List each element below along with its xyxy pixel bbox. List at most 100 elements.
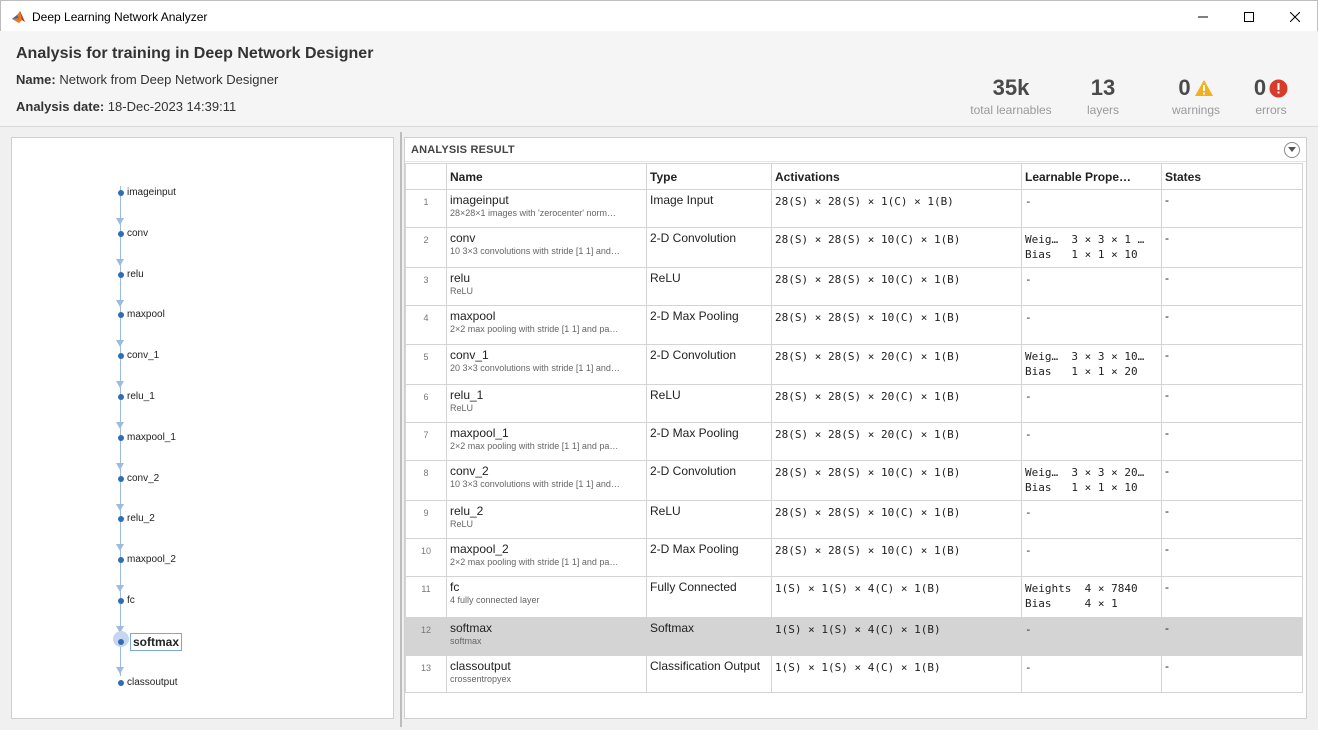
layer-activations: 28(S) × 28(S) × 10(C) × 1(B) [771,227,1022,268]
layer-name-cell: maxpool 2×2 max pooling with stride [1 1]… [446,305,647,345]
layer-name: relu_2 [450,504,484,518]
errors-label: errors [1255,103,1287,117]
table-row[interactable]: 3 relu ReLU ReLU 28(S) × 28(S) × 10(C) × 1(B… [405,267,1303,306]
network-graph-panel[interactable]: imageinput conv relu maxpool conv_1 relu_1 max… [11,137,394,719]
graph-node-label: conv_1 [127,350,160,361]
table-row[interactable]: 5 conv_1 20 3×3 convolutions with stride [… [405,344,1303,385]
learnables-value: 35k [992,75,1030,100]
layer-name: maxpool_1 [450,426,509,440]
row-index: 10 [405,538,447,577]
warnings-label: warnings [1171,103,1221,117]
layer-description: 10 3×3 convolutions with stride [1 1] an… [450,479,620,489]
layer-learnables-cell: - [1021,384,1162,423]
layer-learnables-cell: Weig… 3 × 3 × 10… Bias 1 × 1 × 20 [1021,344,1162,385]
table-body: 1 imageinput 28×28×1 images with 'zerocent… [405,189,1303,693]
table-row[interactable]: 4 maxpool 2×2 max pooling with stride [1 1… [405,305,1303,345]
learnable-line-1: - [1025,506,1032,519]
layer-states: - [1161,538,1303,577]
layer-learnables-cell: - [1021,655,1162,693]
graph-node-label: softmax [130,633,183,651]
layer-description: ReLU [450,286,474,296]
name-value: Network from Deep Network Designer [59,72,279,87]
graph-node-label: conv [127,228,149,239]
chevron-down-icon [1288,147,1296,152]
graph-edge-arrow [116,504,124,511]
table-row[interactable]: 13 classoutput crossentropyex Classificatio… [405,655,1303,693]
learnables-label: total learnables [970,103,1052,117]
graph-node-dot [118,231,124,237]
warnings-value: 0 [1178,75,1191,100]
column-header-states[interactable]: States [1161,163,1303,190]
layer-name-cell: relu ReLU [446,267,647,306]
table-row[interactable]: 6 relu_1 ReLU ReLU 28(S) × 28(S) × 20(C) × 1… [405,384,1303,423]
layer-name: imageinput [450,193,509,207]
column-header-name[interactable]: Name [446,163,647,190]
stat-learnables: 35k total learnables [966,75,1056,117]
learnable-line-1: - [1025,195,1032,208]
layer-name-cell: classoutput crossentropyex [446,655,647,693]
layer-description: 20 3×3 convolutions with stride [1 1] an… [450,363,620,373]
layer-type: Fully Connected [646,576,772,618]
layer-name: classoutput [450,659,511,673]
column-header-activations[interactable]: Activations [771,163,1022,190]
maximize-icon [1244,11,1254,22]
layer-type: Softmax [646,617,772,656]
graph-node-dot [118,435,124,441]
layer-states: - [1161,227,1303,268]
close-icon [1290,11,1300,22]
table-row[interactable]: 12 softmax softmax Softmax 1(S) × 1(S) × 4(C… [405,617,1303,656]
table-row[interactable]: 7 maxpool_1 2×2 max pooling with stride [1… [405,422,1303,461]
row-index: 2 [405,227,447,268]
title-bar: Deep Learning Network Analyzer [0,0,1318,31]
column-header-learnables[interactable]: Learnable Prope… [1021,163,1162,190]
column-header-type[interactable]: Type [646,163,772,190]
table-row[interactable]: 1 imageinput 28×28×1 images with 'zerocent… [405,189,1303,228]
table-row[interactable]: 8 conv_2 10 3×3 convolutions with stride [… [405,460,1303,501]
layer-description: 2×2 max pooling with stride [1 1] and pa… [450,324,619,334]
layer-activations: 28(S) × 28(S) × 20(C) × 1(B) [771,384,1022,423]
layer-activations: 28(S) × 28(S) × 10(C) × 1(B) [771,500,1022,539]
panel-splitter[interactable] [400,132,402,727]
table-row[interactable]: 10 maxpool_2 2×2 max pooling with stride [… [405,538,1303,577]
analysis-title: Analysis for training in Deep Network De… [16,45,374,62]
layer-activations: 28(S) × 28(S) × 10(C) × 1(B) [771,305,1022,345]
layer-states: - [1161,189,1303,228]
analysis-result-title: ANALYSIS RESULT [411,144,515,156]
layers-value: 13 [1090,75,1116,100]
table-row[interactable]: 11 fc 4 fully connected layer Fully Connect… [405,576,1303,618]
layer-learnables-cell: - [1021,500,1162,539]
maximize-button[interactable] [1226,1,1272,32]
graph-node-label: relu [127,269,144,280]
graph-edge-arrow [116,463,124,470]
graph-node-dot [118,680,124,686]
layer-type: Classification Output [646,655,772,693]
layer-states: - [1161,422,1303,461]
analysis-result-panel: ANALYSIS RESULT Name Type Activations Le… [404,137,1307,719]
layer-states: - [1161,500,1303,539]
close-button[interactable] [1272,1,1318,32]
layer-learnables-cell: - [1021,267,1162,306]
table-row[interactable]: 9 relu_2 ReLU ReLU 28(S) × 28(S) × 10(C) × 1… [405,500,1303,539]
layer-name: conv_2 [450,464,489,478]
graph-edge-arrow [116,218,124,225]
layer-learnables-cell: - [1021,305,1162,345]
layer-activations: 28(S) × 28(S) × 10(C) × 1(B) [771,538,1022,577]
layer-type: ReLU [646,500,772,539]
table-row[interactable]: 2 conv 10 3×3 convolutions with stride [1 … [405,227,1303,268]
layer-description: 2×2 max pooling with stride [1 1] and pa… [450,557,619,567]
layer-description: crossentropyex [450,674,512,684]
layer-activations: 1(S) × 1(S) × 4(C) × 1(B) [771,655,1022,693]
learnable-line-1: - [1025,428,1032,441]
minimize-button[interactable] [1180,1,1226,32]
layer-name: relu_1 [450,388,484,402]
layer-name-cell: softmax softmax [446,617,647,656]
layer-states: - [1161,655,1303,693]
analysis-result-header: ANALYSIS RESULT [405,138,1306,162]
graph-node-label: conv_2 [127,473,160,484]
row-index: 9 [405,500,447,539]
collapse-button[interactable] [1284,142,1300,158]
graph-edge-arrow [116,300,124,307]
date-label: Analysis date: [16,99,105,114]
layer-learnables-cell: - [1021,422,1162,461]
layer-learnables-cell: - [1021,189,1162,228]
